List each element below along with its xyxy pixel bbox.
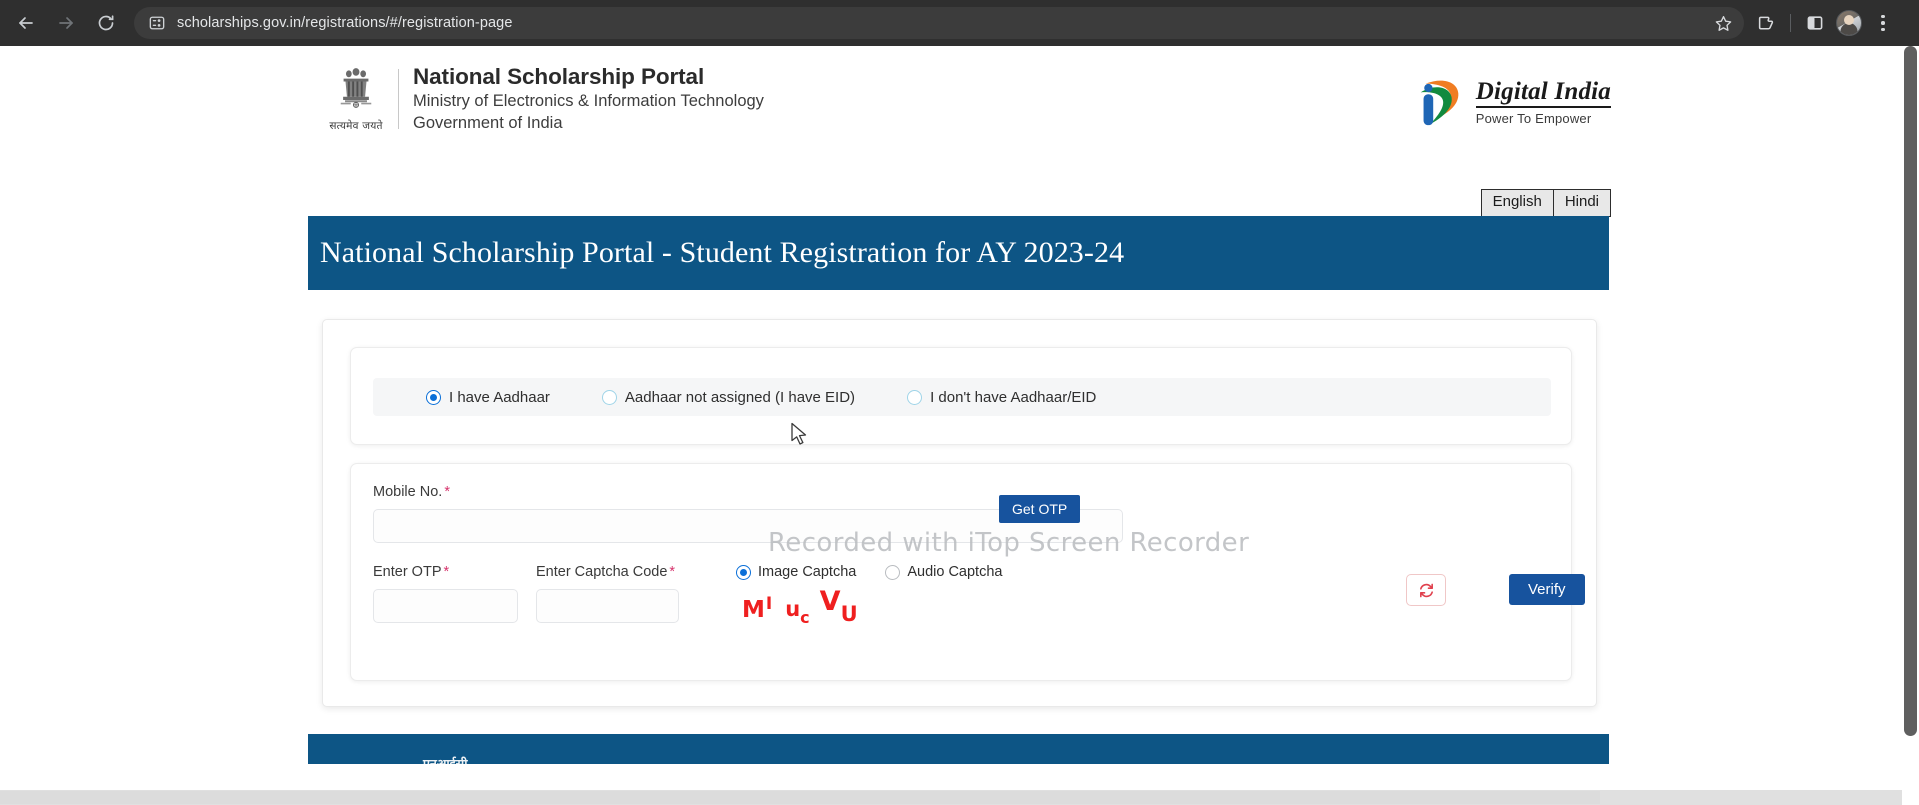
reload-button[interactable] — [88, 5, 124, 41]
portal-title: National Scholarship Portal — [413, 64, 705, 90]
profile-avatar — [1836, 10, 1862, 36]
verify-button[interactable]: Verify — [1509, 574, 1585, 605]
emblem-caption: सत्यमेव जयते — [329, 119, 383, 132]
language-english-button[interactable]: English — [1481, 190, 1554, 216]
government-line: Government of India — [413, 114, 563, 133]
registration-content-card: I have Aadhaar Aadhaar not assigned (I h… — [322, 319, 1597, 707]
captcha-mode-image[interactable]: Image Captcha — [736, 564, 856, 580]
ministry-line: Ministry of Electronics & Information Te… — [413, 92, 764, 111]
forward-arrow-icon — [59, 17, 73, 29]
site-header: सत्यमेव जयते National Scholarship Portal… — [0, 46, 1919, 152]
back-button[interactable] — [8, 5, 44, 41]
browser-actions — [1750, 7, 1899, 39]
aadhaar-option-have-aadhaar[interactable]: I have Aadhaar — [426, 389, 550, 406]
back-arrow-icon — [19, 17, 33, 29]
captcha-label-text: Enter Captcha Code — [536, 564, 668, 580]
required-marker: * — [443, 564, 450, 580]
captcha-mode-group: Image Captcha Audio Captcha MIucVU — [736, 564, 1036, 627]
aadhaar-option-label: I don't have Aadhaar/EID — [930, 388, 1097, 406]
radio-icon[interactable] — [426, 389, 441, 405]
forward-button[interactable] — [48, 5, 84, 41]
aadhaar-option-label: I have Aadhaar — [449, 388, 550, 406]
refresh-captcha-button[interactable] — [1406, 574, 1446, 606]
captcha-input[interactable] — [536, 589, 679, 623]
radio-icon[interactable] — [907, 389, 923, 405]
vertical-scrollbar-thumb[interactable] — [1904, 46, 1917, 736]
three-dot-menu-icon — [1881, 14, 1885, 32]
address-bar[interactable]: scholarships.gov.in/registrations/#/regi… — [134, 7, 1744, 39]
page-viewport: सत्यमेव जयते National Scholarship Portal… — [0, 46, 1919, 805]
aadhaar-option-none[interactable]: I don't have Aadhaar/EID — [907, 389, 1096, 406]
aadhaar-option-group: I have Aadhaar Aadhaar not assigned (I h… — [373, 378, 1551, 416]
radio-icon[interactable] — [601, 389, 617, 405]
digital-india-title: Digital India — [1475, 78, 1611, 108]
digital-india-logo: Digital India Power To Empower — [1410, 74, 1611, 130]
otp-captcha-row: Enter OTP * Enter Captcha Code * Image Cap… — [373, 564, 1036, 627]
otp-field-group: Enter OTP * — [373, 564, 536, 623]
page-title: National Scholarship Portal - Student Re… — [320, 236, 1125, 269]
extensions-button[interactable] — [1750, 7, 1782, 39]
captcha-image: MIucVU — [742, 586, 1036, 627]
browser-toolbar: scholarships.gov.in/registrations/#/regi… — [0, 0, 1919, 46]
brand-text: National Scholarship Portal Ministry of … — [413, 63, 764, 135]
captcha-char: V — [819, 586, 841, 617]
bookmark-button[interactable] — [1710, 10, 1736, 36]
vertical-scrollbar[interactable] — [1902, 46, 1919, 805]
brand-divider — [398, 69, 399, 129]
split-panel-icon — [1807, 16, 1823, 30]
otp-input[interactable] — [373, 589, 518, 623]
mobile-label-text: Mobile No. — [373, 484, 443, 500]
side-panel-button[interactable] — [1799, 7, 1831, 39]
brand-block: सत्यमेव जयते National Scholarship Portal… — [320, 63, 764, 135]
captcha-mode-label: Image Captcha — [758, 564, 857, 580]
required-marker: * — [669, 564, 676, 580]
captcha-mode-audio[interactable]: Audio Captcha — [885, 564, 1002, 580]
captcha-char: c — [800, 608, 810, 627]
otp-label: Enter OTP * — [373, 564, 536, 580]
emblem-block: सत्यमेव जयते — [320, 66, 392, 133]
national-emblem-icon — [340, 67, 372, 108]
get-otp-button[interactable]: Get OTP — [999, 495, 1081, 523]
digital-india-tagline: Power To Empower — [1475, 111, 1592, 126]
toolbar-divider — [1790, 14, 1791, 32]
language-hindi-button[interactable]: Hindi — [1553, 190, 1610, 216]
captcha-field-group: Enter Captcha Code * — [536, 564, 736, 623]
aadhaar-option-label: Aadhaar not assigned (I have EID) — [624, 388, 856, 406]
site-settings-icon[interactable] — [148, 14, 166, 32]
captcha-char: U — [840, 602, 858, 626]
chrome-menu-button[interactable] — [1867, 7, 1899, 39]
required-marker: * — [444, 484, 450, 500]
profile-button[interactable] — [1833, 7, 1865, 39]
language-toggle: English Hindi — [1480, 189, 1611, 217]
captcha-char: I — [765, 594, 773, 614]
page-banner: National Scholarship Portal - Student Re… — [308, 216, 1609, 290]
reload-icon — [98, 15, 114, 31]
aadhaar-option-eid[interactable]: Aadhaar not assigned (I have EID) — [601, 388, 856, 406]
otp-verification-card: Mobile No. * Get OTP Enter OTP * Enter Cap… — [350, 463, 1585, 681]
captcha-mode-options: Image Captcha Audio Captcha — [736, 564, 1036, 580]
navigation-buttons — [0, 5, 124, 41]
captcha-char: u — [785, 597, 801, 621]
otp-label-text: Enter OTP — [373, 564, 442, 580]
digital-india-text: Digital India Power To Empower — [1475, 78, 1611, 126]
refresh-icon — [1419, 583, 1433, 597]
captcha-char: M — [742, 597, 765, 623]
radio-icon[interactable] — [736, 564, 751, 580]
url-text: scholarships.gov.in/registrations/#/regi… — [177, 15, 513, 31]
aadhaar-option-card: I have Aadhaar Aadhaar not assigned (I h… — [350, 347, 1572, 445]
captcha-mode-label: Audio Captcha — [907, 564, 1003, 580]
digital-india-swoosh-icon — [1420, 80, 1459, 126]
viewport-bottom-strip — [0, 764, 1902, 790]
horizontal-scrollbar[interactable] — [0, 790, 1902, 805]
captcha-label: Enter Captcha Code * — [536, 564, 736, 580]
extensions-icon — [1758, 16, 1773, 30]
radio-icon[interactable] — [885, 564, 901, 580]
star-icon — [1715, 15, 1731, 31]
horizontal-scrollbar-thumb[interactable] — [0, 791, 1600, 804]
